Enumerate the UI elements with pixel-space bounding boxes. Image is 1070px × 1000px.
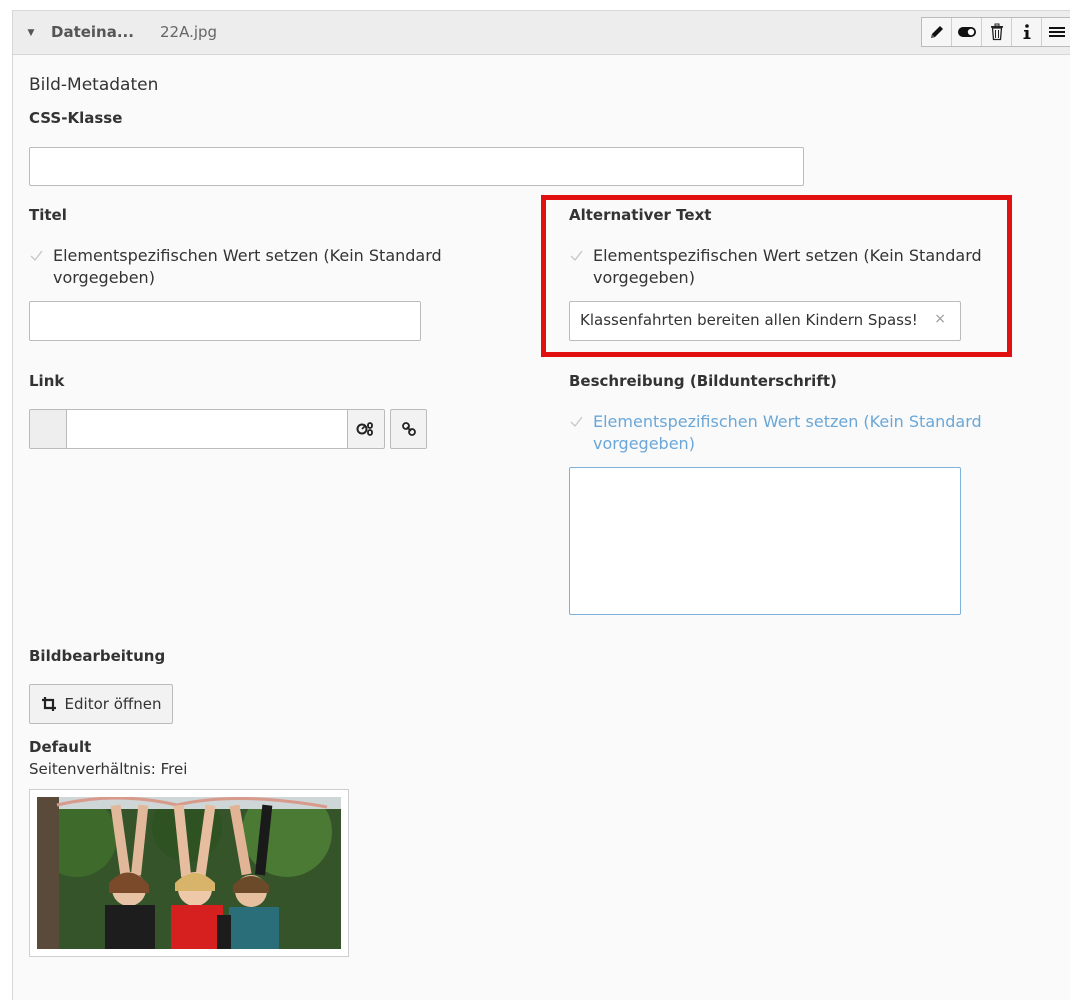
pencil-icon bbox=[930, 26, 943, 38]
more-button[interactable] bbox=[1042, 18, 1070, 46]
info-icon bbox=[1023, 24, 1030, 39]
panel-toolbar bbox=[921, 17, 1070, 47]
file-name: 22A.jpg bbox=[160, 23, 218, 41]
check-icon bbox=[570, 416, 583, 428]
description-override-checkbox[interactable] bbox=[569, 415, 583, 429]
title-override-checkbox[interactable] bbox=[29, 249, 43, 263]
open-editor-label: Editor öffnen bbox=[64, 695, 162, 713]
toggle-icon bbox=[957, 27, 976, 37]
hide-toggle-button[interactable] bbox=[952, 18, 982, 46]
section-title: Bild-Metadaten bbox=[29, 75, 159, 95]
aspect-ratio-text: Seitenverhältnis: Frei bbox=[29, 760, 188, 778]
check-icon bbox=[30, 250, 43, 262]
title-label: Titel bbox=[29, 206, 67, 224]
link-wizard-button[interactable] bbox=[390, 409, 427, 449]
delete-button[interactable] bbox=[982, 18, 1012, 46]
info-button[interactable] bbox=[1012, 18, 1042, 46]
image-preview[interactable] bbox=[29, 789, 349, 957]
title-override-label: Elementspezifischen Wert setzen (Kein St… bbox=[53, 246, 442, 287]
link-input[interactable] bbox=[66, 409, 348, 449]
css-class-label: CSS-Klasse bbox=[29, 109, 123, 127]
trash-icon bbox=[990, 23, 1003, 41]
css-class-input[interactable] bbox=[29, 147, 804, 186]
crop-variant-name: Default bbox=[29, 738, 92, 756]
children-photo-illustration bbox=[37, 797, 341, 949]
menu-icon bbox=[1049, 27, 1065, 37]
title-input[interactable] bbox=[29, 301, 421, 341]
image-editing-label: Bildbearbeitung bbox=[29, 647, 166, 665]
caret-down-icon[interactable]: ▼ bbox=[25, 27, 37, 39]
crop-icon bbox=[41, 697, 56, 711]
file-reference-panel: ▼ Dateina... 22A.jpg Bild-Metadaten CSS-… bbox=[12, 10, 1070, 1000]
link-label: Link bbox=[29, 372, 65, 390]
description-override-label[interactable]: Elementspezifischen Wert setzen (Kein St… bbox=[593, 411, 982, 455]
link-browse-icon bbox=[356, 422, 373, 436]
link-addon bbox=[29, 409, 67, 449]
open-editor-button[interactable]: Editor öffnen bbox=[29, 684, 173, 724]
link-browser-button[interactable] bbox=[347, 409, 385, 449]
highlight-box bbox=[541, 195, 1012, 357]
preview-photo bbox=[37, 797, 341, 949]
edit-button[interactable] bbox=[922, 18, 952, 46]
panel-title: Dateina... bbox=[51, 23, 134, 41]
chain-link-icon bbox=[401, 422, 416, 436]
description-textarea[interactable] bbox=[569, 467, 961, 615]
description-label: Beschreibung (Bildunterschrift) bbox=[569, 372, 837, 390]
panel-header[interactable]: ▼ Dateina... 22A.jpg bbox=[13, 11, 1070, 55]
